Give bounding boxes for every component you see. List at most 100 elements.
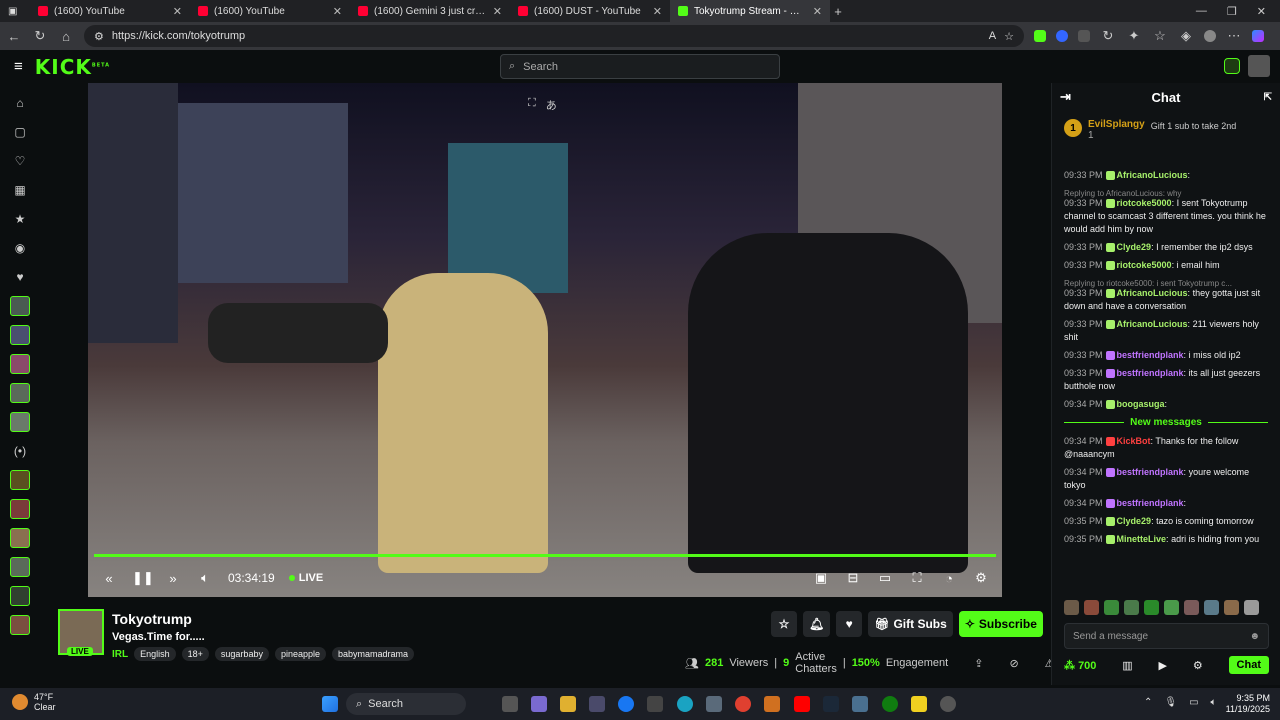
browser-tab[interactable]: (1600) YouTube ✕ <box>30 0 190 22</box>
chat-username[interactable]: bestfriendplank <box>1117 498 1184 508</box>
translate-icon[interactable]: あ <box>546 97 557 113</box>
app-icon[interactable] <box>940 696 956 712</box>
youtube-icon[interactable] <box>794 696 810 712</box>
fast-forward-icon[interactable]: » <box>164 571 182 586</box>
chat-username[interactable]: AfricanoLucious <box>1117 319 1188 329</box>
category-link[interactable]: IRL <box>112 649 128 660</box>
gift-subs-button[interactable]: 🎁︎ Gift Subs <box>868 611 953 637</box>
tag[interactable]: 18+ <box>181 647 209 661</box>
edge-icon[interactable] <box>677 696 693 712</box>
app-icon[interactable] <box>852 696 868 712</box>
close-tab-icon[interactable]: ✕ <box>333 5 342 18</box>
file-explorer-icon[interactable] <box>560 696 576 712</box>
copilot-icon[interactable] <box>1252 30 1264 42</box>
chat-send-button[interactable]: Chat <box>1228 656 1269 674</box>
streamer-name[interactable]: Tokyotrump <box>112 611 192 627</box>
browser-tab[interactable]: Tokyotrump Stream - Watch ✕ <box>670 0 830 22</box>
puzzle-icon[interactable]: ✦ <box>1126 28 1142 44</box>
chat-username[interactable]: bestfriendplank <box>1117 467 1184 477</box>
pause-icon[interactable]: ❚❚ <box>132 570 154 586</box>
store-icon[interactable]: ▥ <box>1122 659 1132 672</box>
store-icon[interactable] <box>589 696 605 712</box>
chrome-icon[interactable] <box>735 696 751 712</box>
system-clock[interactable]: 9:35 PM 11/19/2025 <box>1226 693 1270 715</box>
followed-channel-avatar[interactable] <box>10 354 30 374</box>
kick-extension-icon[interactable] <box>1034 30 1046 42</box>
recommended-channel-avatar[interactable] <box>10 499 30 519</box>
close-tab-icon[interactable]: ✕ <box>493 5 502 18</box>
emote[interactable] <box>1144 600 1159 615</box>
emote[interactable] <box>1064 600 1079 615</box>
minimize-icon[interactable]: — <box>1196 5 1207 18</box>
notifications-icon[interactable] <box>1224 58 1240 74</box>
emoji-icon[interactable]: ☻ <box>1249 631 1260 642</box>
tag[interactable]: sugarbaby <box>214 647 269 661</box>
channel-points[interactable]: ⁂ 700 <box>1064 659 1096 672</box>
site-info-icon[interactable]: ⚙ <box>94 30 104 43</box>
live-indicator[interactable]: LIVE <box>288 572 323 584</box>
chat-input[interactable]: Send a message ☻ <box>1064 623 1269 649</box>
close-tab-icon[interactable]: ✕ <box>813 5 822 18</box>
browser-tab[interactable]: (1600) Gemini 3 just crushed eve ✕ <box>350 0 510 22</box>
emote[interactable] <box>1124 600 1139 615</box>
rewind-icon[interactable]: « <box>100 571 118 586</box>
windows-start-icon[interactable] <box>322 696 338 712</box>
steam-icon[interactable] <box>823 696 839 712</box>
xbox-icon[interactable] <box>882 696 898 712</box>
followed-channel-avatar[interactable] <box>10 383 30 403</box>
shield-icon[interactable]: ◈ <box>1178 28 1194 44</box>
settings-gear-icon[interactable]: ⚙ <box>972 570 990 586</box>
top-gifter-name[interactable]: EvilSplangy <box>1088 119 1145 130</box>
video-player[interactable]: ⛶ あ « ❚❚ » 🔈︎ 03:34:19 LIVE ▣ ⊟ ▭ ⛶ ◔ ⚙ <box>88 83 1002 597</box>
url-field[interactable]: ⚙ https://kick.com/tokyotrump A ☆ <box>84 25 1024 47</box>
share-icon[interactable]: ⇪ <box>974 657 983 670</box>
following-heart-icon[interactable]: ♡ <box>10 151 30 171</box>
app-icon[interactable] <box>647 696 663 712</box>
chat-username[interactable]: MinetteLive <box>1117 534 1167 544</box>
chat-username[interactable]: bestfriendplank <box>1117 350 1184 360</box>
chat-settings-icon[interactable]: ⇱ <box>1264 92 1272 103</box>
tag[interactable]: English <box>134 647 176 661</box>
kick-logo[interactable]: KICKBETA <box>35 55 110 79</box>
theater-icon[interactable]: ▭ <box>876 570 894 586</box>
chat-username[interactable]: Clyde29 <box>1117 242 1152 252</box>
chat-username[interactable]: AfricanoLucious <box>1117 170 1188 180</box>
sticky-notes-icon[interactable] <box>911 696 927 712</box>
back-icon[interactable]: ← <box>6 29 22 44</box>
notification-bell-button[interactable]: 🔔︎ <box>803 611 831 637</box>
hamburger-menu-icon[interactable]: ≡ <box>14 58 23 75</box>
recommended-channel-avatar[interactable] <box>10 586 30 606</box>
profile-avatar[interactable] <box>1204 30 1216 42</box>
calculator-icon[interactable] <box>706 696 722 712</box>
emote[interactable] <box>1224 600 1239 615</box>
send-icon[interactable]: ▶ <box>1159 659 1167 672</box>
user-avatar[interactable] <box>1248 55 1270 77</box>
gift-prompt[interactable]: Gift 1 sub to take 2nd <box>1151 121 1237 131</box>
tag[interactable]: pineapple <box>274 647 326 661</box>
emote[interactable] <box>1084 600 1099 615</box>
recommended-channel-avatar[interactable] <box>10 470 30 490</box>
close-window-icon[interactable]: ✕ <box>1257 5 1266 18</box>
subscribe-button[interactable]: ✧ Subscribe <box>958 611 1043 637</box>
chat-username[interactable]: boogasuga <box>1117 399 1165 409</box>
hide-icon[interactable]: ⊘ <box>1009 657 1018 670</box>
follow-heart-button[interactable]: ♥ <box>836 611 863 637</box>
followed-channel-avatar[interactable] <box>10 325 30 345</box>
recommended-channel-avatar[interactable] <box>10 615 30 635</box>
network-icon[interactable]: ▭ <box>1189 697 1198 708</box>
more-menu-icon[interactable]: ⋯ <box>1226 28 1242 44</box>
recommended-channel-avatar[interactable] <box>10 528 30 548</box>
collapse-chat-icon[interactable]: ⇥ <box>1060 89 1071 105</box>
tag[interactable]: babymamadrama <box>332 647 415 661</box>
chat-settings-gear-icon[interactable]: ⚙ <box>1193 659 1203 672</box>
chat-username[interactable]: AfricanoLucious <box>1117 288 1188 298</box>
chat-username[interactable]: bestfriendplank <box>1117 368 1184 378</box>
taskbar-search[interactable]: ⌕ Search <box>346 693 466 715</box>
microphone-icon[interactable]: 🎙︎ <box>1164 697 1177 708</box>
refresh-extension-icon[interactable]: ↻ <box>1100 28 1116 44</box>
followed-channel-avatar[interactable] <box>10 412 30 432</box>
favorites-icon[interactable]: ☆ <box>1152 28 1168 44</box>
browser-tab[interactable]: (1600) DUST - YouTube ✕ <box>510 0 670 22</box>
maximize-icon[interactable]: ❐ <box>1227 5 1237 18</box>
chat-username[interactable]: KickBot <box>1117 436 1151 446</box>
